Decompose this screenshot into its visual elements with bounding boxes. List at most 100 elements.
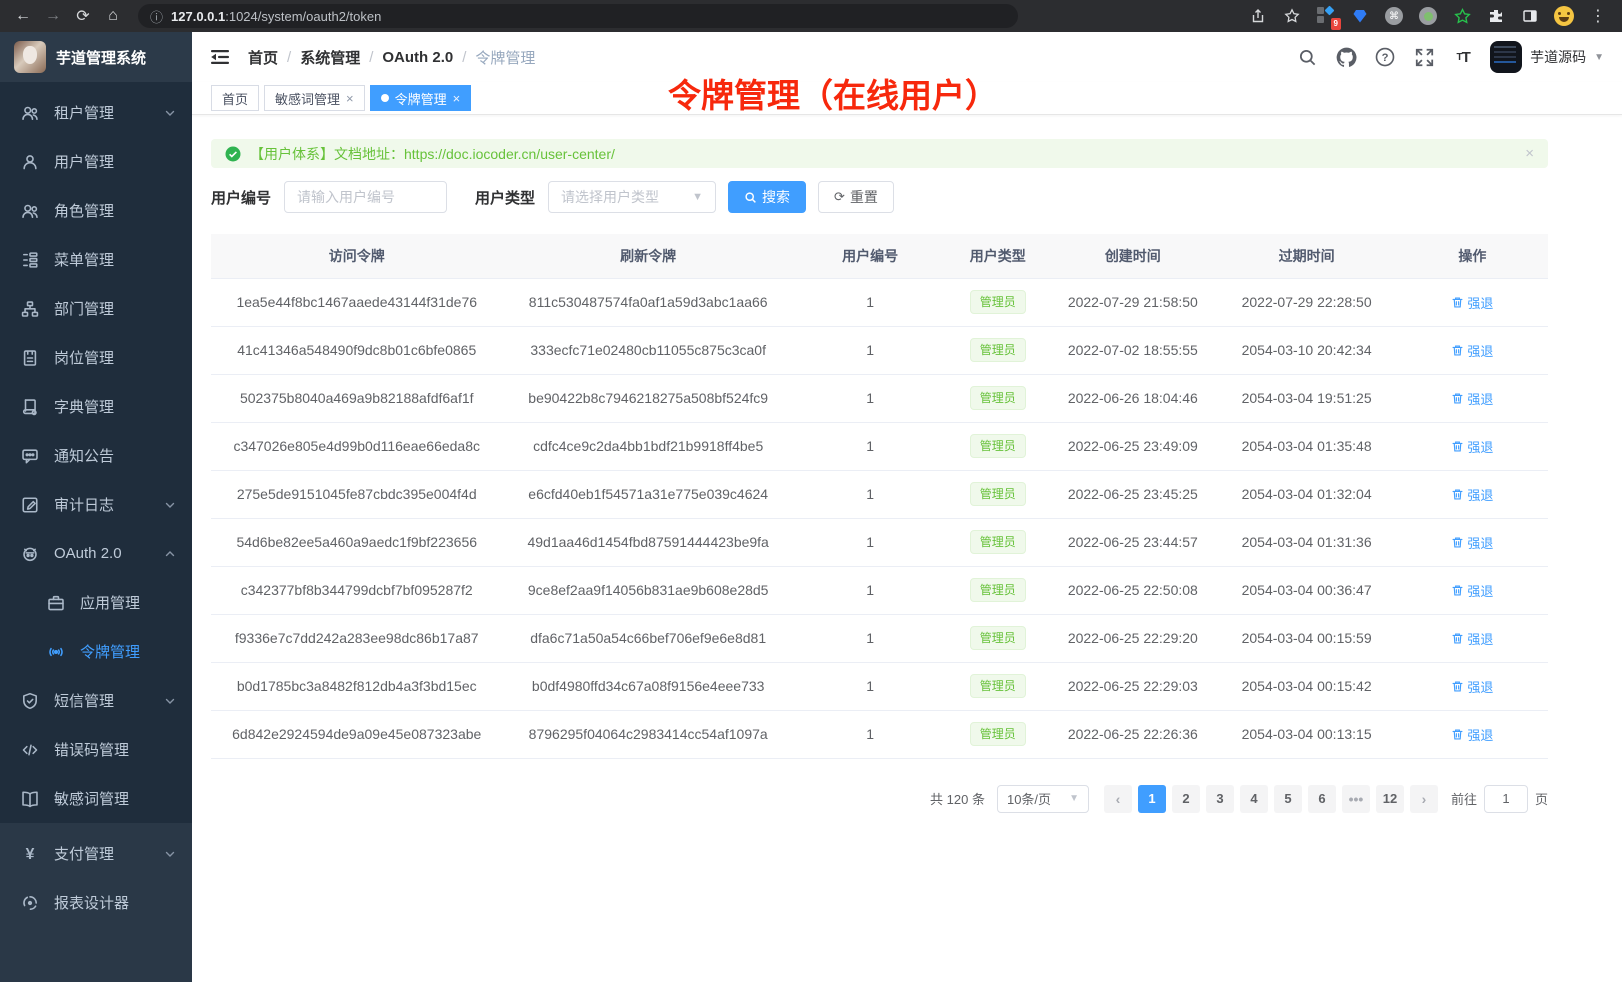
tab-令牌管理[interactable]: 令牌管理× [370, 85, 472, 111]
breadcrumb-separator: / [462, 49, 466, 66]
column-header: 刷新令牌 [502, 234, 793, 278]
forward-icon[interactable]: → [40, 3, 66, 29]
user-menu[interactable]: 芋道源码 ▼ [1490, 41, 1604, 73]
sidebar-item-sensitive[interactable]: 敏感词管理 [0, 774, 192, 823]
back-icon[interactable]: ← [10, 3, 36, 29]
sidebar-item-tenant[interactable]: 租户管理 [0, 88, 192, 137]
user-type-select[interactable]: 请选择用户类型 ▼ [548, 181, 716, 213]
token-table: 访问令牌刷新令牌用户编号用户类型创建时间过期时间操作 1ea5e44f8bc14… [211, 234, 1548, 759]
sidebar-item-dict[interactable]: 字典管理 [0, 382, 192, 431]
recorder-extension-icon[interactable] [1418, 6, 1438, 26]
chevron-down-icon [164, 695, 176, 707]
alert-text: 【用户体系】文档地址： [250, 146, 404, 162]
sidebar-item-dept[interactable]: 部门管理 [0, 284, 192, 333]
user-id-input[interactable] [284, 181, 447, 213]
sidebar-item-oauth2-app[interactable]: 应用管理 [0, 578, 192, 627]
gem-extension-icon[interactable] [1350, 6, 1370, 26]
sidebar-toggle-icon[interactable] [1520, 6, 1540, 26]
page-button-6[interactable]: 6 [1308, 785, 1336, 813]
profile-avatar-icon[interactable] [1554, 6, 1574, 26]
goto-page-input[interactable] [1484, 785, 1528, 813]
more-pages-button[interactable]: ••• [1342, 785, 1370, 813]
page-button-5[interactable]: 5 [1274, 785, 1302, 813]
force-logout-button[interactable]: 强退 [1451, 725, 1493, 744]
page-size-select[interactable]: 10条/页 ▼ [997, 785, 1089, 813]
menu-tree-icon [20, 250, 40, 270]
font-size-icon[interactable]: TT [1451, 45, 1475, 69]
share-icon[interactable] [1248, 6, 1268, 26]
sidebar-item-errcode[interactable]: 错误码管理 [0, 725, 192, 774]
created-time-cell: 2022-06-25 23:49:09 [1049, 422, 1216, 470]
force-logout-button[interactable]: 强退 [1451, 581, 1493, 600]
force-logout-button[interactable]: 强退 [1451, 437, 1493, 456]
alert-close-icon[interactable]: × [1525, 145, 1534, 162]
svg-text:?: ? [1382, 52, 1389, 64]
breadcrumb-item[interactable]: OAuth 2.0 [382, 49, 453, 66]
reset-button[interactable]: ⟳ 重置 [818, 181, 894, 213]
sidebar-item-report[interactable]: 报表设计器 [0, 878, 192, 927]
force-logout-button[interactable]: 强退 [1451, 293, 1493, 312]
extensions-cluster-icon[interactable]: 9 [1316, 6, 1336, 26]
page-button-4[interactable]: 4 [1240, 785, 1268, 813]
action-cell: 强退 [1397, 614, 1548, 662]
tab-敏感词管理[interactable]: 敏感词管理× [264, 85, 365, 111]
sidebar-item-user[interactable]: 用户管理 [0, 137, 192, 186]
force-logout-button[interactable]: 强退 [1451, 533, 1493, 552]
tab-首页[interactable]: 首页 [211, 85, 259, 111]
user-id-cell: 1 [794, 326, 946, 374]
page-button-3[interactable]: 3 [1206, 785, 1234, 813]
user-type-badge: 管理员 [970, 722, 1026, 746]
force-logout-button[interactable]: 强退 [1451, 389, 1493, 408]
browser-menu-icon[interactable]: ⋮ [1588, 6, 1608, 26]
column-header: 过期时间 [1216, 234, 1396, 278]
command-extension-icon[interactable]: ⌘ [1384, 6, 1404, 26]
sidebar-item-pay[interactable]: ¥支付管理 [0, 829, 192, 878]
sidebar-fold-icon[interactable] [210, 46, 232, 68]
puzzle-extension-icon[interactable] [1486, 6, 1506, 26]
sidebar-item-sms[interactable]: 短信管理 [0, 676, 192, 725]
user-id-cell: 1 [794, 470, 946, 518]
address-bar[interactable]: ⓘ 127.0.0.1:1024/system/oauth2/token [138, 4, 1018, 28]
force-logout-button[interactable]: 强退 [1451, 677, 1493, 696]
page-button-1[interactable]: 1 [1138, 785, 1166, 813]
user-type-badge: 管理员 [970, 434, 1026, 458]
user-type-cell: 管理员 [946, 518, 1049, 566]
table-row: 1ea5e44f8bc1467aaede43144f31de76811c5304… [211, 278, 1548, 326]
green-star-extension-icon[interactable] [1452, 6, 1472, 26]
breadcrumb-item[interactable]: 首页 [248, 47, 278, 68]
sidebar-item-oauth2[interactable]: OAuth 2.0 [0, 529, 192, 578]
sidebar-item-audit[interactable]: 审计日志 [0, 480, 192, 529]
force-logout-button[interactable]: 强退 [1451, 485, 1493, 504]
close-icon[interactable]: × [453, 92, 461, 105]
prev-page-button[interactable]: ‹ [1104, 785, 1132, 813]
search-button[interactable]: 搜索 [728, 181, 806, 213]
page-button-12[interactable]: 12 [1376, 785, 1404, 813]
refresh-token-cell: 333ecfc71e02480cb11055c875c3ca0f [502, 326, 793, 374]
breadcrumb-item[interactable]: 系统管理 [300, 47, 360, 68]
github-icon[interactable] [1334, 45, 1358, 69]
sidebar-item-oauth2-token[interactable]: 令牌管理 [0, 627, 192, 676]
app-logo[interactable]: 芋道管理系统 [0, 32, 192, 82]
sidebar-item-notice[interactable]: 通知公告 [0, 431, 192, 480]
help-icon[interactable]: ? [1373, 45, 1397, 69]
next-page-button[interactable]: › [1410, 785, 1438, 813]
reload-icon[interactable]: ⟳ [70, 3, 96, 29]
active-dot [381, 94, 389, 102]
alert-doc-link[interactable]: https://doc.iocoder.cn/user-center/ [404, 146, 615, 162]
fullscreen-icon[interactable] [1412, 45, 1436, 69]
sidebar-item-post[interactable]: 岗位管理 [0, 333, 192, 382]
page-button-2[interactable]: 2 [1172, 785, 1200, 813]
bookmark-star-icon[interactable] [1282, 6, 1302, 26]
close-icon[interactable]: × [346, 92, 354, 105]
home-icon[interactable]: ⌂ [100, 3, 126, 29]
force-logout-button[interactable]: 强退 [1451, 341, 1493, 360]
force-logout-button[interactable]: 强退 [1451, 629, 1493, 648]
user-type-badge: 管理员 [970, 338, 1026, 362]
sidebar-item-label: 部门管理 [54, 298, 176, 319]
site-info-icon[interactable]: ⓘ [150, 7, 163, 26]
chevron-down-icon [164, 499, 176, 511]
search-icon[interactable] [1295, 45, 1319, 69]
sidebar-item-menu[interactable]: 菜单管理 [0, 235, 192, 284]
sidebar-item-role[interactable]: 角色管理 [0, 186, 192, 235]
column-header: 创建时间 [1049, 234, 1216, 278]
